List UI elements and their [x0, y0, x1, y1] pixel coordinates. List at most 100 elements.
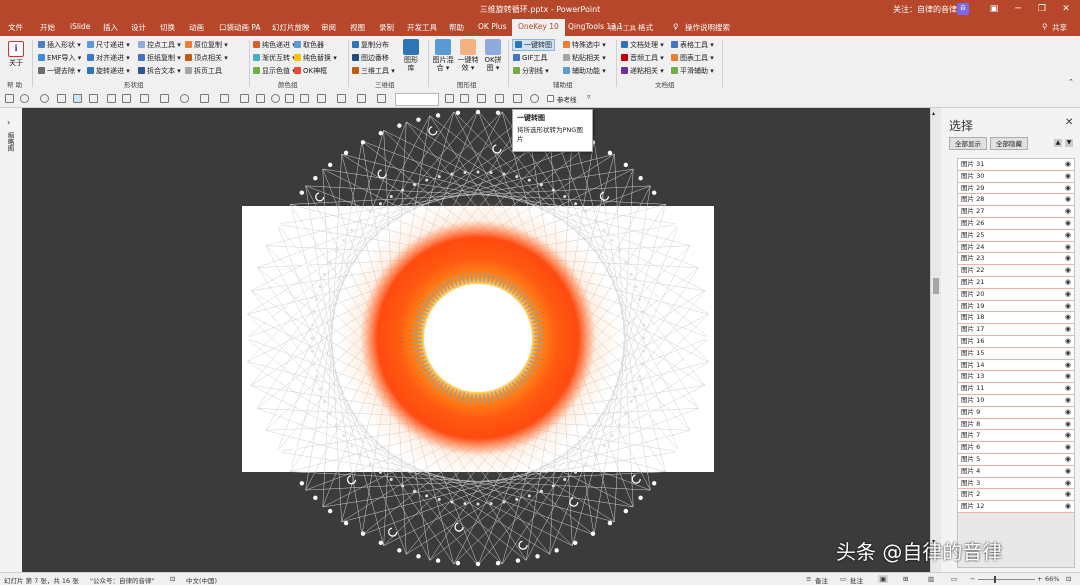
scrollbar-thumb[interactable]: [933, 278, 939, 294]
image-blend-button[interactable]: 图片混合 ▾: [432, 39, 454, 72]
inplace-copy-button[interactable]: 原位复制 ▾: [185, 40, 228, 50]
selection-list-item[interactable]: 图片 6◉: [958, 442, 1074, 454]
chart-tool-button[interactable]: 图表工具 ▾: [671, 53, 714, 63]
selection-list-item[interactable]: 图片 9◉: [958, 407, 1074, 419]
selection-list-item[interactable]: 图片 17◉: [958, 324, 1074, 336]
refresh-icon[interactable]: [530, 94, 539, 103]
slide-icon[interactable]: [285, 94, 294, 103]
visibility-eye-icon[interactable]: ◉: [1065, 442, 1071, 453]
selection-list-item[interactable]: 图片 8◉: [958, 419, 1074, 431]
shape-library-button[interactable]: 图形库: [401, 39, 421, 72]
align-icon[interactable]: [122, 94, 131, 103]
insert-image-icon[interactable]: [107, 94, 116, 103]
visibility-eye-icon[interactable]: ◉: [1065, 312, 1071, 323]
visibility-eye-icon[interactable]: ◉: [1065, 206, 1071, 217]
zoom-out-icon[interactable]: −: [970, 575, 975, 583]
size-step-button[interactable]: 尺寸递进 ▾: [87, 40, 130, 50]
selection-list-item[interactable]: 图片 5◉: [958, 454, 1074, 466]
divider-line-button[interactable]: 分割线 ▾: [513, 66, 549, 76]
text-icon[interactable]: [445, 94, 454, 103]
visibility-eye-icon[interactable]: ◉: [1065, 419, 1071, 430]
text-direction-icon[interactable]: [460, 94, 469, 103]
one-click-effect-button[interactable]: 一键特效 ▾: [457, 39, 479, 72]
arrange-icon[interactable]: [495, 94, 504, 103]
layer-icon[interactable]: [477, 94, 486, 103]
reading-view-icon[interactable]: ▥: [928, 575, 934, 583]
slide-sorter-icon[interactable]: ⊞: [903, 575, 908, 583]
share-icon[interactable]: ⚲: [1042, 22, 1048, 31]
selection-list-item[interactable]: 图片 29◉: [958, 183, 1074, 195]
selection-list-item[interactable]: 图片 3◉: [958, 478, 1074, 490]
selection-list-item[interactable]: 图片 25◉: [958, 230, 1074, 242]
paste-related-button[interactable]: 粘贴相关 ▾: [563, 53, 606, 63]
selection-list-item[interactable]: 图片 11◉: [958, 383, 1074, 395]
bring-forward-icon[interactable]: [256, 94, 265, 103]
image-tool-icon[interactable]: [89, 94, 98, 103]
insert-shape-button[interactable]: 插入形状 ▾: [38, 40, 81, 50]
visibility-eye-icon[interactable]: ◉: [1065, 360, 1071, 371]
visibility-eye-icon[interactable]: ◉: [1065, 454, 1071, 465]
selection-list-item[interactable]: 图片 23◉: [958, 253, 1074, 265]
visibility-eye-icon[interactable]: ◉: [1065, 395, 1071, 406]
group-icon[interactable]: [160, 94, 169, 103]
redo-icon[interactable]: [40, 94, 49, 103]
tab-design[interactable]: 设计: [131, 22, 146, 33]
hide-all-button[interactable]: 全部隐藏: [990, 137, 1028, 150]
slide-canvas[interactable]: [22, 108, 930, 572]
tab-insert[interactable]: 插入: [103, 22, 118, 33]
matrix-copy-button[interactable]: 拒纸复制 ▾: [138, 53, 181, 63]
shape-fill-icon[interactable]: [377, 94, 386, 103]
vertex-button[interactable]: 顶点相关 ▾: [185, 53, 228, 63]
avatar[interactable]: 自: [957, 3, 969, 15]
distribute-icon[interactable]: [140, 94, 149, 103]
close-icon[interactable]: ✕: [1056, 2, 1076, 16]
visibility-eye-icon[interactable]: ◉: [1065, 289, 1071, 300]
selection-list-item[interactable]: 图片 15◉: [958, 348, 1074, 360]
doc-process-button[interactable]: 文档处理 ▾: [621, 40, 664, 50]
visibility-eye-icon[interactable]: ◉: [1065, 253, 1071, 264]
tab-transitions[interactable]: 切换: [160, 22, 175, 33]
selection-list-item[interactable]: 图片 27◉: [958, 206, 1074, 218]
ok-frame-button[interactable]: OK神框: [294, 66, 327, 76]
tellme-icon[interactable]: ♀: [673, 22, 679, 31]
visibility-eye-icon[interactable]: ◉: [1065, 277, 1071, 288]
comments-icon[interactable]: ▭: [840, 575, 846, 583]
edge-offset-button[interactable]: 图边番移: [352, 53, 389, 63]
visibility-eye-icon[interactable]: ◉: [1065, 489, 1071, 500]
tab-islide[interactable]: iSlide: [70, 22, 90, 31]
split-page-button[interactable]: 拆页工具: [185, 66, 222, 76]
visibility-eye-icon[interactable]: ◉: [1065, 265, 1071, 276]
visibility-eye-icon[interactable]: ◉: [1065, 159, 1071, 170]
selection-list-item[interactable]: 图片 16◉: [958, 336, 1074, 348]
visibility-eye-icon[interactable]: ◉: [1065, 171, 1071, 182]
selection-list-item[interactable]: 图片 30◉: [958, 171, 1074, 183]
about-button[interactable]: ℹ 关于: [5, 41, 27, 68]
tab-developer[interactable]: 开发工具: [407, 22, 437, 33]
visibility-eye-icon[interactable]: ◉: [1065, 183, 1071, 194]
selection-list-item[interactable]: 图片 12◉: [958, 501, 1074, 513]
normal-view-icon[interactable]: ▣: [878, 575, 888, 583]
tab-file[interactable]: 文件: [8, 22, 23, 33]
expand-pane-icon[interactable]: ›: [7, 118, 10, 127]
slideshow-icon[interactable]: ▭: [951, 575, 957, 583]
selection-list-item[interactable]: 图片 20◉: [958, 289, 1074, 301]
selection-list-item[interactable]: 图片 31◉: [958, 159, 1074, 171]
selection-list-item[interactable]: 图片 28◉: [958, 194, 1074, 206]
selection-list-item[interactable]: 图片 2◉: [958, 489, 1074, 501]
notes-icon[interactable]: ≡: [806, 575, 811, 583]
split-text-button[interactable]: 拆合文本 ▾: [138, 66, 181, 76]
save-icon[interactable]: [5, 94, 14, 103]
show-all-button[interactable]: 全部显示: [949, 137, 987, 150]
visibility-eye-icon[interactable]: ◉: [1065, 336, 1071, 347]
visibility-eye-icon[interactable]: ◉: [1065, 466, 1071, 477]
tab-review[interactable]: 审阅: [321, 22, 336, 33]
reference-line-checkbox[interactable]: [547, 95, 554, 102]
selection-list-item[interactable]: 图片 18◉: [958, 312, 1074, 324]
tab-help[interactable]: 帮助: [449, 22, 464, 33]
one-click-remove-button[interactable]: 一键去除 ▾: [38, 66, 81, 76]
eyedropper-button[interactable]: 取色器: [294, 40, 324, 50]
assist-function-button[interactable]: 辅助功能 ▾: [563, 66, 606, 76]
move-up-icon[interactable]: ▲: [1054, 139, 1062, 147]
picture-icon[interactable]: [317, 94, 326, 103]
tab-ok-plus[interactable]: OK Plus: [478, 22, 506, 31]
